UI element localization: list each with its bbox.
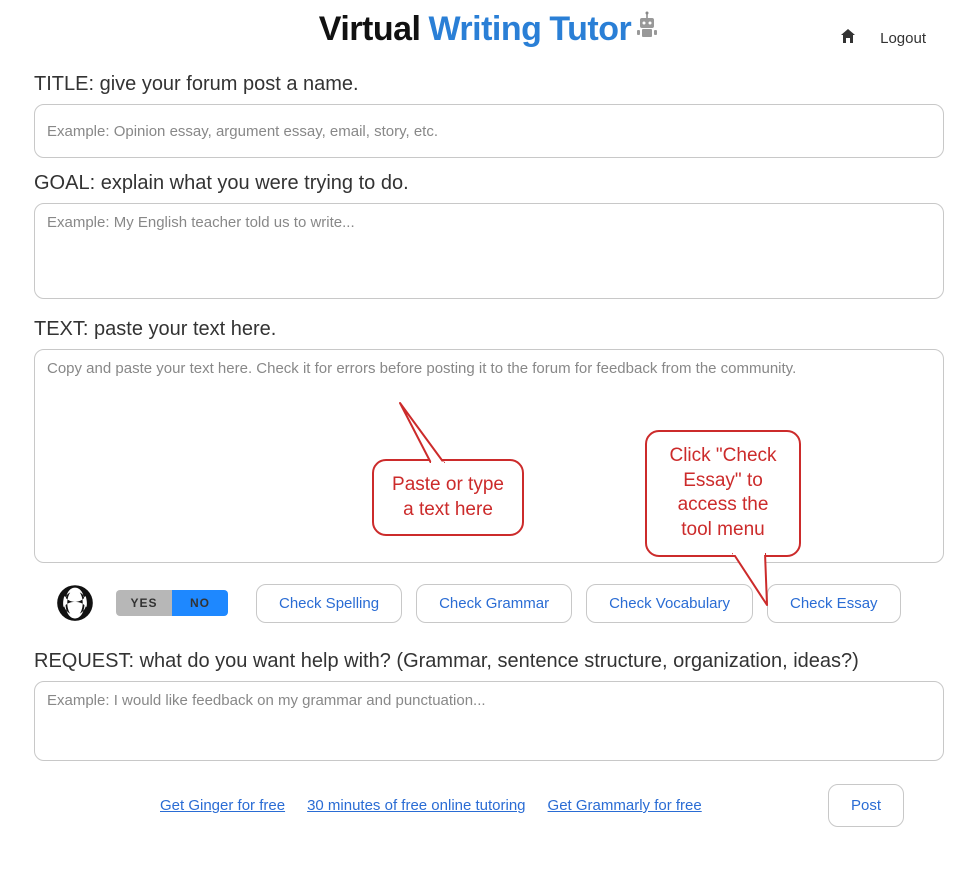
logout-link[interactable]: Logout [880, 30, 926, 47]
check-grammar-button[interactable]: Check Grammar [416, 584, 572, 623]
globe-icon[interactable] [54, 582, 96, 624]
logo-writing: Writing [428, 10, 541, 49]
check-essay-button[interactable]: Check Essay [767, 584, 901, 623]
footer: Get Ginger for free 30 minutes of free o… [0, 766, 978, 827]
logo-tutor: Tutor [549, 10, 631, 49]
header: Virtual Writing Tutor Logout [0, 0, 978, 53]
goal-label: GOAL: explain what you were trying to do… [34, 172, 944, 195]
ginger-link[interactable]: Get Ginger for free [160, 797, 285, 814]
nav-right: Logout [840, 28, 926, 48]
callout-check-text: Click "Check Essay" to access the tool m… [669, 445, 776, 540]
callout-tail-icon [396, 401, 446, 463]
tutoring-link[interactable]: 30 minutes of free online tutoring [307, 797, 525, 814]
logo-virtual: Virtual [319, 10, 421, 49]
callout-tail-icon [727, 553, 773, 607]
toggle-yes[interactable]: YES [116, 590, 172, 616]
goal-input[interactable] [34, 203, 944, 299]
request-label: REQUEST: what do you want help with? (Gr… [34, 650, 944, 673]
toolbar: YES NO Check Spelling Check Grammar Chec… [54, 582, 944, 624]
check-spelling-button[interactable]: Check Spelling [256, 584, 402, 623]
logo: Virtual Writing Tutor [319, 10, 660, 49]
home-icon[interactable] [840, 28, 856, 48]
title-input[interactable] [34, 104, 944, 158]
robot-icon [635, 10, 659, 49]
toggle-no[interactable]: NO [172, 590, 228, 616]
callout-paste-text: Paste or type a text here [392, 474, 504, 520]
request-input[interactable] [34, 681, 944, 761]
callout-check-essay: Click "Check Essay" to access the tool m… [645, 430, 801, 557]
title-label: TITLE: give your forum post a name. [34, 73, 944, 96]
text-label: TEXT: paste your text here. [34, 318, 944, 341]
grammarly-link[interactable]: Get Grammarly for free [548, 797, 702, 814]
yes-no-toggle[interactable]: YES NO [116, 590, 228, 616]
main-container: TITLE: give your forum post a name. GOAL… [0, 53, 978, 766]
callout-paste: Paste or type a text here [372, 459, 524, 536]
post-button[interactable]: Post [828, 784, 904, 827]
